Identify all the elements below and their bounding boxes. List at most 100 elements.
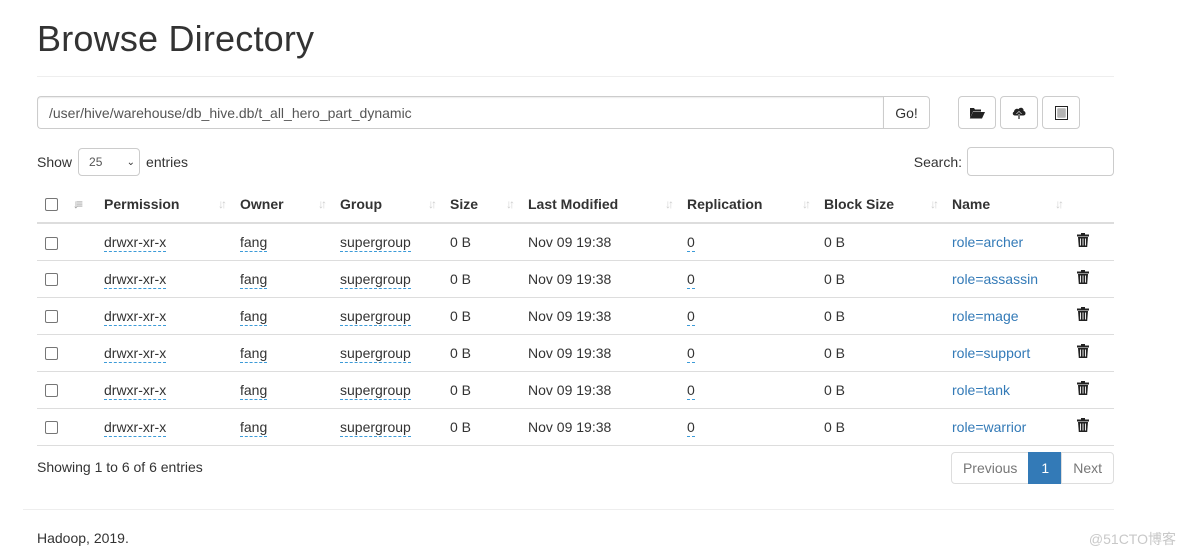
path-bar: Go! [37,96,930,129]
previous-page-button[interactable]: Previous [950,452,1030,484]
block-size-value: 0 B [816,297,944,335]
page-size-select[interactable]: 25 ⌄ [78,148,141,176]
owner-value[interactable]: fang [240,418,268,437]
search-label: Search: [913,153,962,170]
sort-icon: ↓↑ [428,197,437,211]
block-size-value: 0 B [816,371,944,409]
table-info: Showing 1 to 6 of 6 entries [37,459,203,475]
row-select-cell [37,371,67,409]
trash-icon[interactable] [1077,270,1089,287]
replication-value[interactable]: 0 [687,233,695,252]
permission-value[interactable]: drwxr-xr-x [104,233,167,252]
create-directory-button[interactable] [958,96,996,129]
sort-order-header[interactable]: ↓≡ [67,185,96,224]
directory-name-link[interactable]: role=support [952,345,1030,361]
row-spacer [67,334,96,372]
watermark: @51CTO博客 [1088,531,1176,547]
owner-value[interactable]: fang [240,344,268,363]
table-row: drwxr-xr-x fang supergroup 0 B Nov 09 19:38 0… [37,408,1114,446]
table-row: drwxr-xr-x fang supergroup 0 B Nov 09 19:38 0… [37,223,1114,261]
trash-icon[interactable] [1077,233,1089,250]
size-value: 0 B [442,260,520,298]
sort-icon: ↓↑ [506,197,515,211]
last-modified-value: Nov 09 19:38 [520,223,679,261]
file-table: ↓≡ Permission ↓↑ Owner ↓↑ Group ↓↑ Size ↓↑ L… [37,185,1114,446]
directory-name-link[interactable]: role=tank [952,382,1010,398]
cut-paste-button[interactable] [1042,96,1080,129]
permission-value[interactable]: drwxr-xr-x [104,344,167,363]
entries-label: entries [146,154,189,170]
title-divider [37,76,1114,77]
size-value: 0 B [442,371,520,409]
last-modified-value: Nov 09 19:38 [520,297,679,335]
row-checkbox[interactable] [45,421,58,435]
next-page-button[interactable]: Next [1061,452,1114,484]
directory-name-link[interactable]: role=assassin [952,271,1038,287]
column-header-owner[interactable]: Owner ↓↑ [232,185,332,224]
permission-value[interactable]: drwxr-xr-x [104,270,167,289]
last-modified-value: Nov 09 19:38 [520,334,679,372]
group-value[interactable]: supergroup [340,381,411,400]
page-1-button[interactable]: 1 [1028,452,1063,484]
directory-name-link[interactable]: role=archer [952,234,1023,250]
pagination: Previous 1 Next [950,452,1114,484]
replication-value[interactable]: 0 [687,307,695,326]
column-header-size[interactable]: Size ↓↑ [442,185,520,224]
replication-value[interactable]: 0 [687,270,695,289]
list-alt-icon [1054,105,1068,120]
trash-icon[interactable] [1077,381,1089,398]
select-all-checkbox[interactable] [45,198,58,212]
column-header-replication[interactable]: Replication ↓↑ [679,185,816,224]
group-value[interactable]: supergroup [340,233,411,252]
row-checkbox[interactable] [45,384,58,398]
directory-path-input[interactable] [37,96,883,129]
row-select-cell [37,223,67,261]
footer-text: Hadoop, 2019. [37,530,129,546]
table-row: drwxr-xr-x fang supergroup 0 B Nov 09 19:38 0… [37,260,1114,298]
group-value[interactable]: supergroup [340,418,411,437]
replication-value[interactable]: 0 [687,344,695,363]
group-value[interactable]: supergroup [340,307,411,326]
row-select-cell [37,260,67,298]
trash-icon[interactable] [1077,418,1089,435]
column-header-group[interactable]: Group ↓↑ [332,185,442,224]
trash-icon[interactable] [1077,344,1089,361]
select-all-header [37,185,67,224]
column-header-last-modified[interactable]: Last Modified ↓↑ [520,185,679,224]
owner-value[interactable]: fang [240,307,268,326]
group-value[interactable]: supergroup [340,344,411,363]
owner-value[interactable]: fang [240,233,268,252]
permission-value[interactable]: drwxr-xr-x [104,307,167,326]
column-header-permission[interactable]: Permission ↓↑ [96,185,232,224]
upload-files-button[interactable] [1000,96,1038,129]
replication-value[interactable]: 0 [687,381,695,400]
table-header-row: ↓≡ Permission ↓↑ Owner ↓↑ Group ↓↑ Size ↓↑ L… [37,185,1114,224]
row-checkbox[interactable] [45,236,58,250]
column-header-name[interactable]: Name ↓↑ [944,185,1069,224]
page-size-value: 25 [89,155,103,169]
replication-value[interactable]: 0 [687,418,695,437]
size-value: 0 B [442,408,520,446]
search-input[interactable] [967,147,1114,176]
directory-name-link[interactable]: role=warrior [952,419,1026,435]
table-row: drwxr-xr-x fang supergroup 0 B Nov 09 19:38 0… [37,371,1114,409]
directory-name-link[interactable]: role=mage [952,308,1019,324]
permission-value[interactable]: drwxr-xr-x [104,418,167,437]
go-button[interactable]: Go! [883,96,930,129]
group-value[interactable]: supergroup [340,270,411,289]
directory-toolbar [958,96,1080,129]
column-header-block-size[interactable]: Block Size ↓↑ [816,185,944,224]
owner-value[interactable]: fang [240,270,268,289]
last-modified-value: Nov 09 19:38 [520,371,679,409]
trash-icon[interactable] [1077,307,1089,324]
permission-value[interactable]: drwxr-xr-x [104,381,167,400]
actions-header [1069,185,1114,224]
page-size-control: Show 25 ⌄ entries [37,148,188,176]
sort-icon: ↓↑ [1055,197,1064,211]
sort-icon: ↓↑ [802,197,811,211]
owner-value[interactable]: fang [240,381,268,400]
row-checkbox[interactable] [45,273,58,287]
table-row: drwxr-xr-x fang supergroup 0 B Nov 09 19:38 0… [37,297,1114,335]
row-checkbox[interactable] [45,347,58,361]
row-checkbox[interactable] [45,310,58,324]
